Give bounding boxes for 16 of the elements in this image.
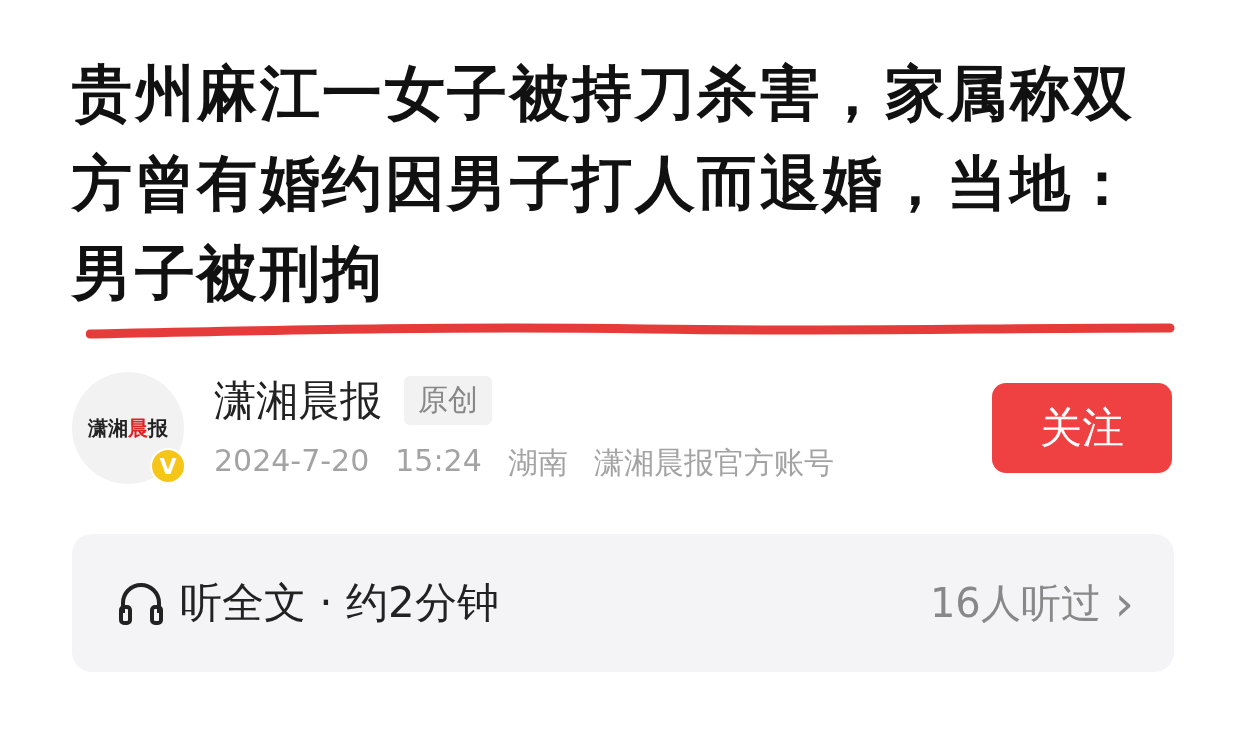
- avatar[interactable]: 潇湘晨报 V: [72, 372, 184, 484]
- author-name[interactable]: 潇湘晨报: [214, 372, 382, 429]
- headline: 贵州麻江一女子被持刀杀害，家属称双方曾有婚约因男子打人而退婚，当地：男子被刑拘: [72, 57, 1136, 310]
- follow-button[interactable]: 关注: [992, 383, 1172, 473]
- logo-text: 潇湘晨报: [88, 414, 168, 442]
- listen-label: 听全文 · 约2分钟: [180, 577, 500, 629]
- chevron-icon: ›: [1114, 575, 1134, 631]
- verified-badge: V: [150, 448, 186, 484]
- meta-text: 湖南: [507, 443, 568, 482]
- listener-count: 16人听过: [929, 578, 1101, 628]
- meta-text: 2024-7-20: [214, 442, 370, 480]
- meta-text: 15:24: [395, 442, 482, 480]
- headphones-icon: [118, 581, 164, 625]
- original-tag: 原创: [404, 376, 492, 425]
- meta-text: 潇湘晨报官方账号: [593, 443, 834, 482]
- listen-card[interactable]: 听全文 · 约2分钟 16人听过 ›: [72, 534, 1174, 672]
